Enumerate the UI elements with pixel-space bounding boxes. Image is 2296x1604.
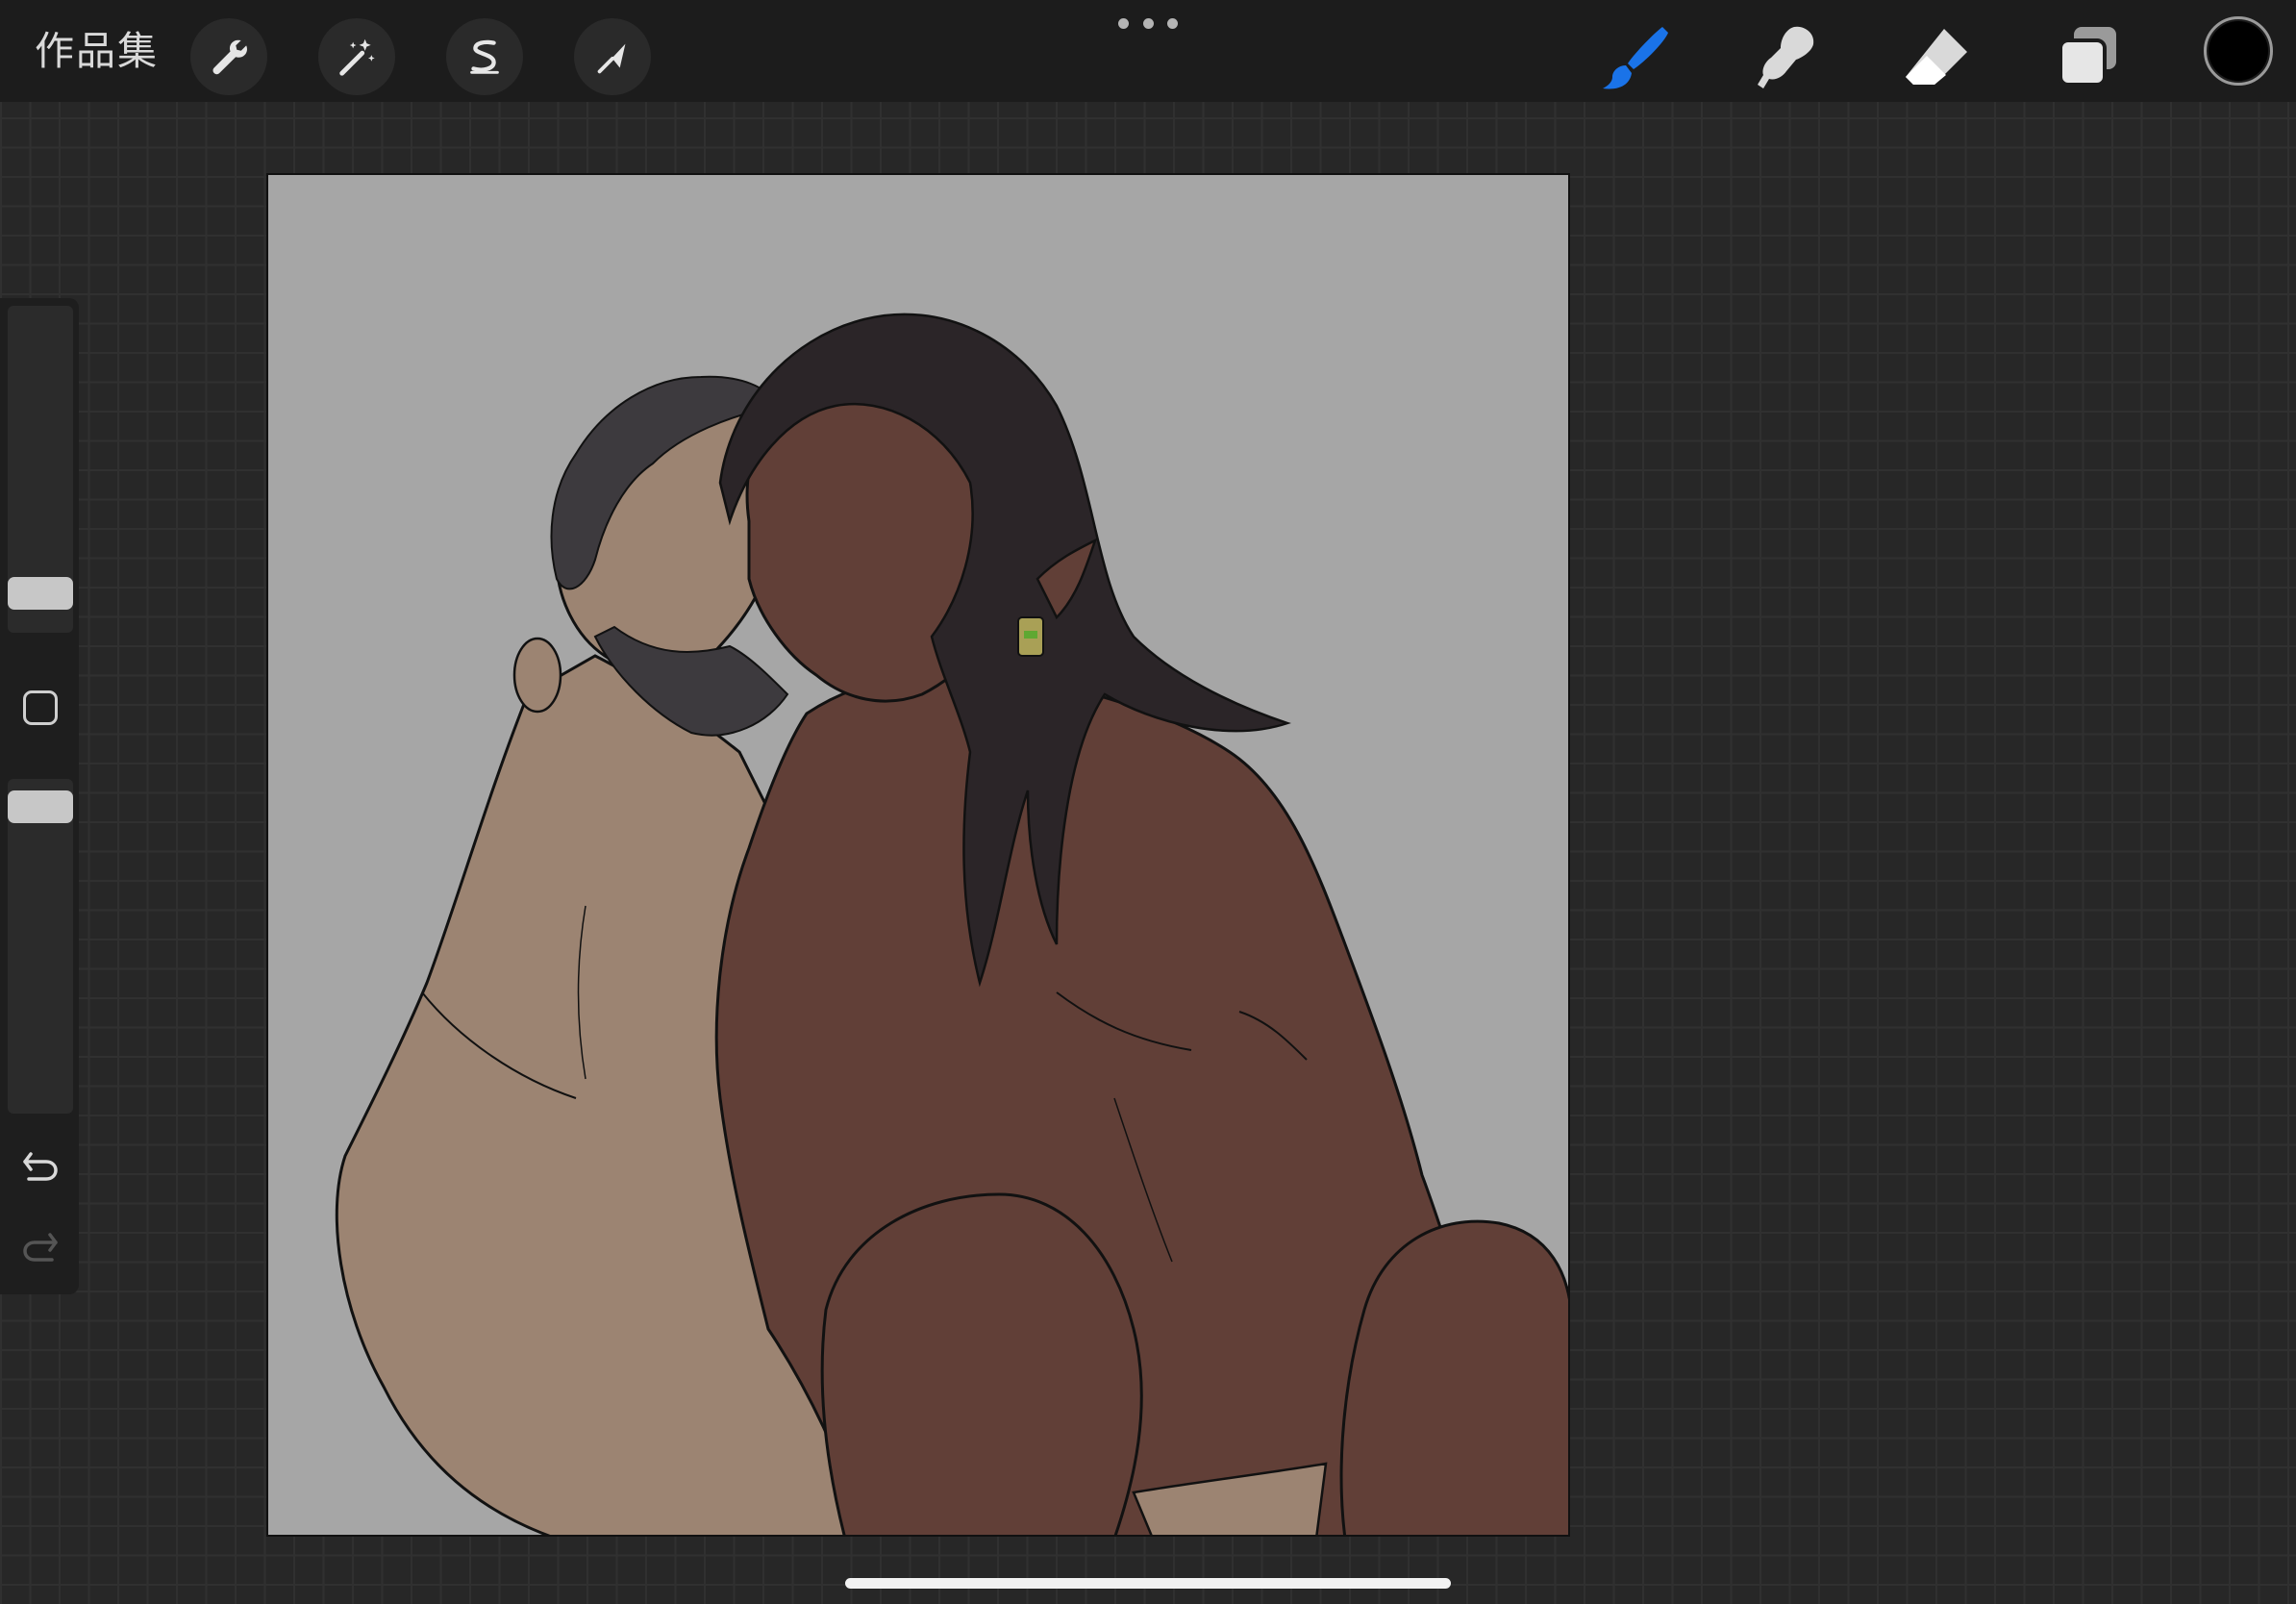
transform-button[interactable]	[574, 18, 651, 95]
adjustments-button[interactable]	[318, 18, 395, 95]
eraser-tool-button[interactable]	[1893, 14, 1980, 101]
layers-icon	[2059, 27, 2116, 87]
selection-s-icon	[470, 39, 499, 74]
smudge-icon	[1758, 26, 1814, 89]
more-dot	[1167, 17, 1178, 29]
more-dots-icon	[1118, 17, 1129, 29]
wrench-icon	[212, 39, 247, 75]
home-indicator[interactable]	[845, 1578, 1451, 1589]
selection-button[interactable]	[446, 18, 523, 95]
more-dot	[1142, 17, 1154, 29]
opacity-slider[interactable]	[8, 779, 73, 1114]
top-toolbar: 作品集	[0, 0, 2296, 102]
arrow-cursor-icon	[597, 43, 626, 74]
modify-button[interactable]	[23, 690, 58, 725]
left-sidebar	[0, 298, 79, 1294]
brush-icon	[1603, 27, 1668, 89]
undo-arrow-icon[interactable]	[19, 1144, 62, 1187]
drawing-canvas[interactable]	[266, 173, 1570, 1537]
magic-wand-icon	[339, 38, 375, 76]
current-color-swatch	[2209, 21, 2268, 81]
gallery-button[interactable]: 作品集	[35, 25, 159, 77]
eraser-icon	[1906, 29, 1967, 85]
opacity-thumb[interactable]	[8, 790, 73, 823]
actions-button[interactable]	[190, 18, 267, 95]
more-options-button[interactable]	[1118, 13, 1178, 33]
brush-tool-button[interactable]	[1592, 14, 1679, 101]
smudge-tool-button[interactable]	[1743, 14, 1830, 101]
brush-size-thumb[interactable]	[8, 577, 73, 610]
layers-button[interactable]	[2044, 14, 2131, 101]
color-picker-button[interactable]	[2204, 16, 2273, 86]
artwork-illustration	[335, 313, 1568, 1535]
redo-arrow-icon[interactable]	[19, 1225, 62, 1267]
